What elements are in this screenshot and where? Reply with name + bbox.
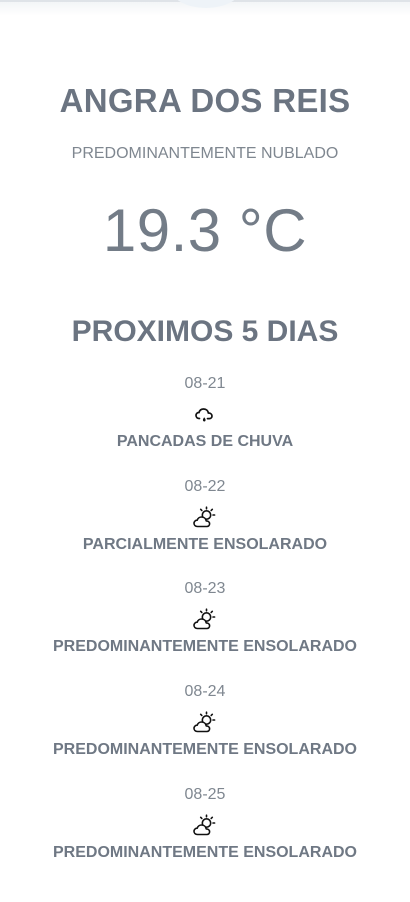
forecast-label: PREDOMINANTEMENTE ENSOLARADO — [52, 741, 357, 758]
current-condition: PREDOMINANTEMENTE NUBLADO — [71, 145, 339, 162]
forecast-day: 08-23 PREDOMINANTEMENTE ENSOLARADO — [0, 578, 410, 658]
rain-cloud-icon — [0, 395, 410, 435]
forecast-date: 08-21 — [184, 375, 226, 392]
sun-cloud-icon — [0, 703, 410, 743]
forecast-label: PANCADAS DE CHUVA — [116, 433, 294, 450]
current-temperature: 19.3 °C — [102, 197, 308, 264]
forecast-label: PARCIALMENTE ENSOLARADO — [82, 536, 328, 553]
forecast-day: 08-25 PREDOMINANTEMENTE ENSOLARADO — [0, 784, 410, 864]
sun-cloud-icon — [0, 498, 410, 538]
forecast-day: 08-21 PANCADAS DE CHUVA — [0, 373, 410, 453]
forecast-label: PREDOMINANTEMENTE ENSOLARADO — [52, 844, 357, 861]
forecast-date: 08-24 — [184, 683, 226, 700]
sun-cloud-icon — [0, 600, 410, 640]
forecast-day: 08-24 PREDOMINANTEMENTE ENSOLARADO — [0, 681, 410, 761]
forecast-title: PROXIMOS 5 DIAS — [71, 315, 339, 348]
city-name: ANGRA DOS REIS — [59, 82, 351, 119]
forecast-date: 08-22 — [184, 478, 226, 495]
forecast-date: 08-23 — [184, 580, 226, 597]
forecast-day: 08-22 PARCIALMENTE ENSOLARADO — [0, 476, 410, 556]
forecast-label: PREDOMINANTEMENTE ENSOLARADO — [52, 638, 357, 655]
sun-cloud-icon — [0, 806, 410, 846]
forecast-date: 08-25 — [184, 786, 226, 803]
